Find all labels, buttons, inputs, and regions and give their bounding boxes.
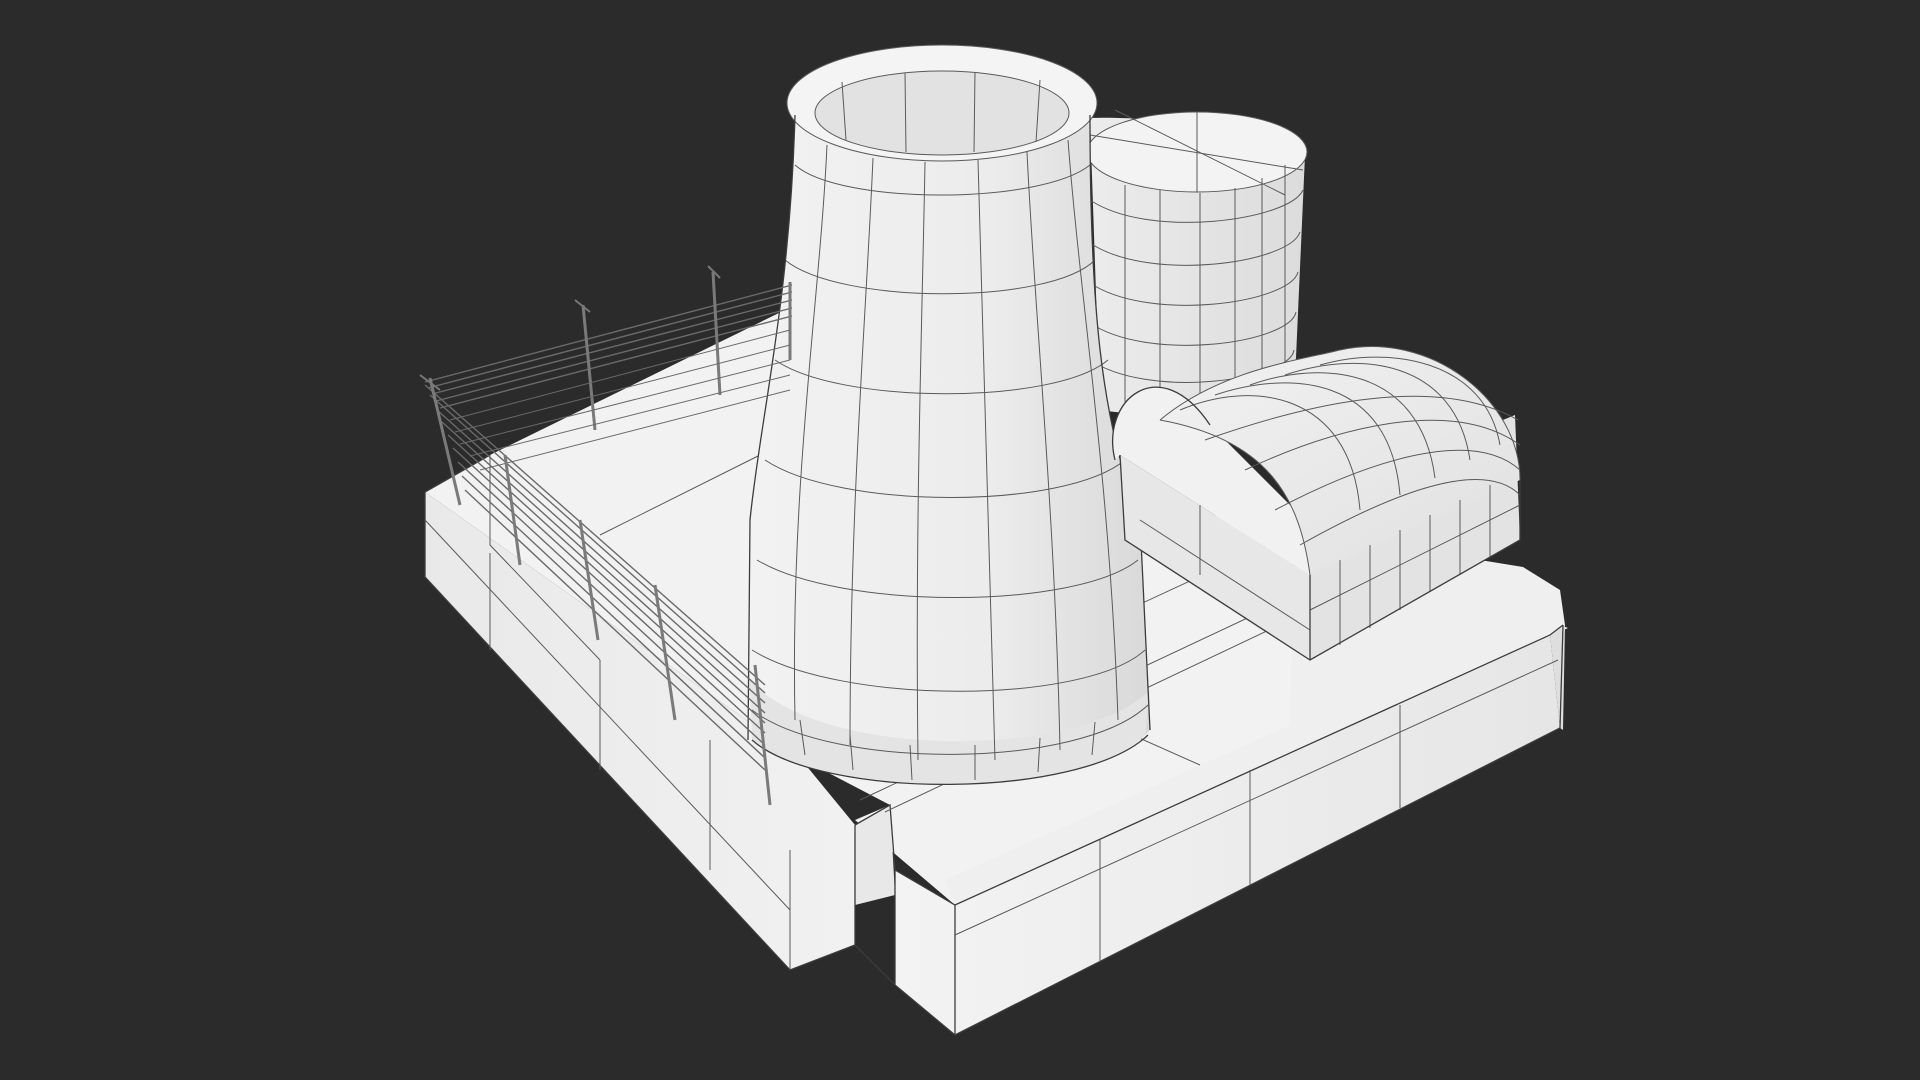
cooling-tower [747,44,1151,786]
3d-viewport[interactable] [0,0,1920,1080]
scene-render [0,0,1920,1080]
